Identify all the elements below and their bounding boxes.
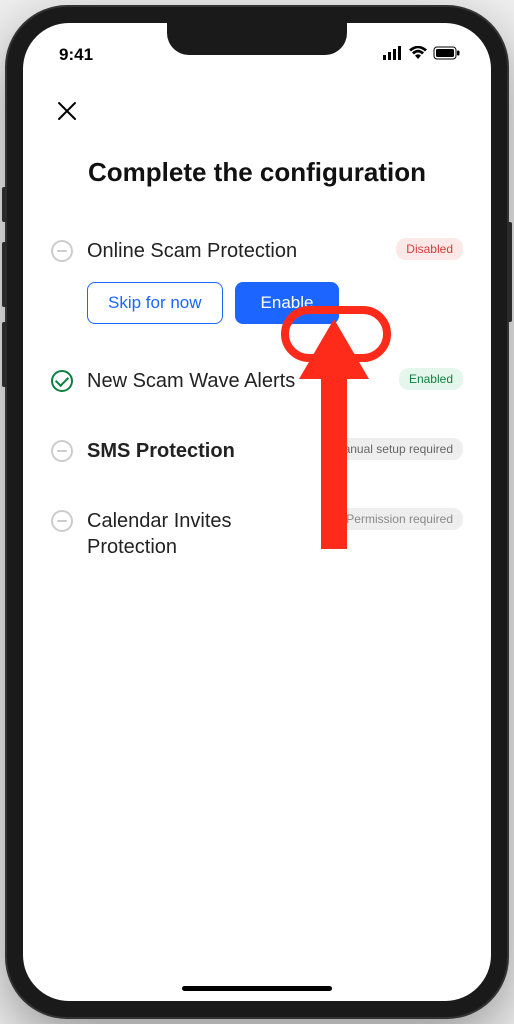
minus-circle-icon: [51, 440, 73, 462]
close-icon: [57, 101, 77, 121]
config-item-title: SMS Protection: [87, 438, 235, 464]
config-item-online-scam: Online Scam Protection Disabled Skip for…: [51, 238, 463, 324]
config-item-title: Online Scam Protection: [87, 238, 297, 264]
home-indicator[interactable]: [182, 986, 332, 991]
wifi-icon: [409, 45, 427, 65]
status-badge-disabled: Disabled: [396, 238, 463, 260]
signal-icon: [383, 45, 403, 65]
status-badge-permission: Permission required: [336, 508, 463, 530]
close-button[interactable]: [51, 95, 83, 127]
page-title: Complete the configuration: [51, 157, 463, 188]
check-circle-icon: [51, 370, 73, 392]
config-item-title: Calendar Invites Protection: [87, 508, 326, 560]
phone-frame: 9:41 Complete the configuration: [7, 7, 507, 1017]
minus-circle-icon: [51, 510, 73, 532]
minus-circle-icon: [51, 240, 73, 262]
app-screen: 9:41 Complete the configuration: [23, 23, 491, 1001]
battery-icon: [433, 45, 461, 65]
status-badge-enabled: Enabled: [399, 368, 463, 390]
config-item-scam-wave: New Scam Wave Alerts Enabled: [51, 368, 463, 394]
status-badge-manual: Manual setup required: [324, 438, 463, 460]
phone-notch: [167, 23, 347, 55]
skip-button[interactable]: Skip for now: [87, 282, 223, 324]
config-item-sms: SMS Protection Manual setup required: [51, 438, 463, 464]
config-item-title: New Scam Wave Alerts: [87, 368, 295, 394]
status-time: 9:41: [59, 45, 93, 65]
enable-button[interactable]: Enable: [235, 282, 340, 324]
config-item-calendar: Calendar Invites Protection Permission r…: [51, 508, 463, 560]
